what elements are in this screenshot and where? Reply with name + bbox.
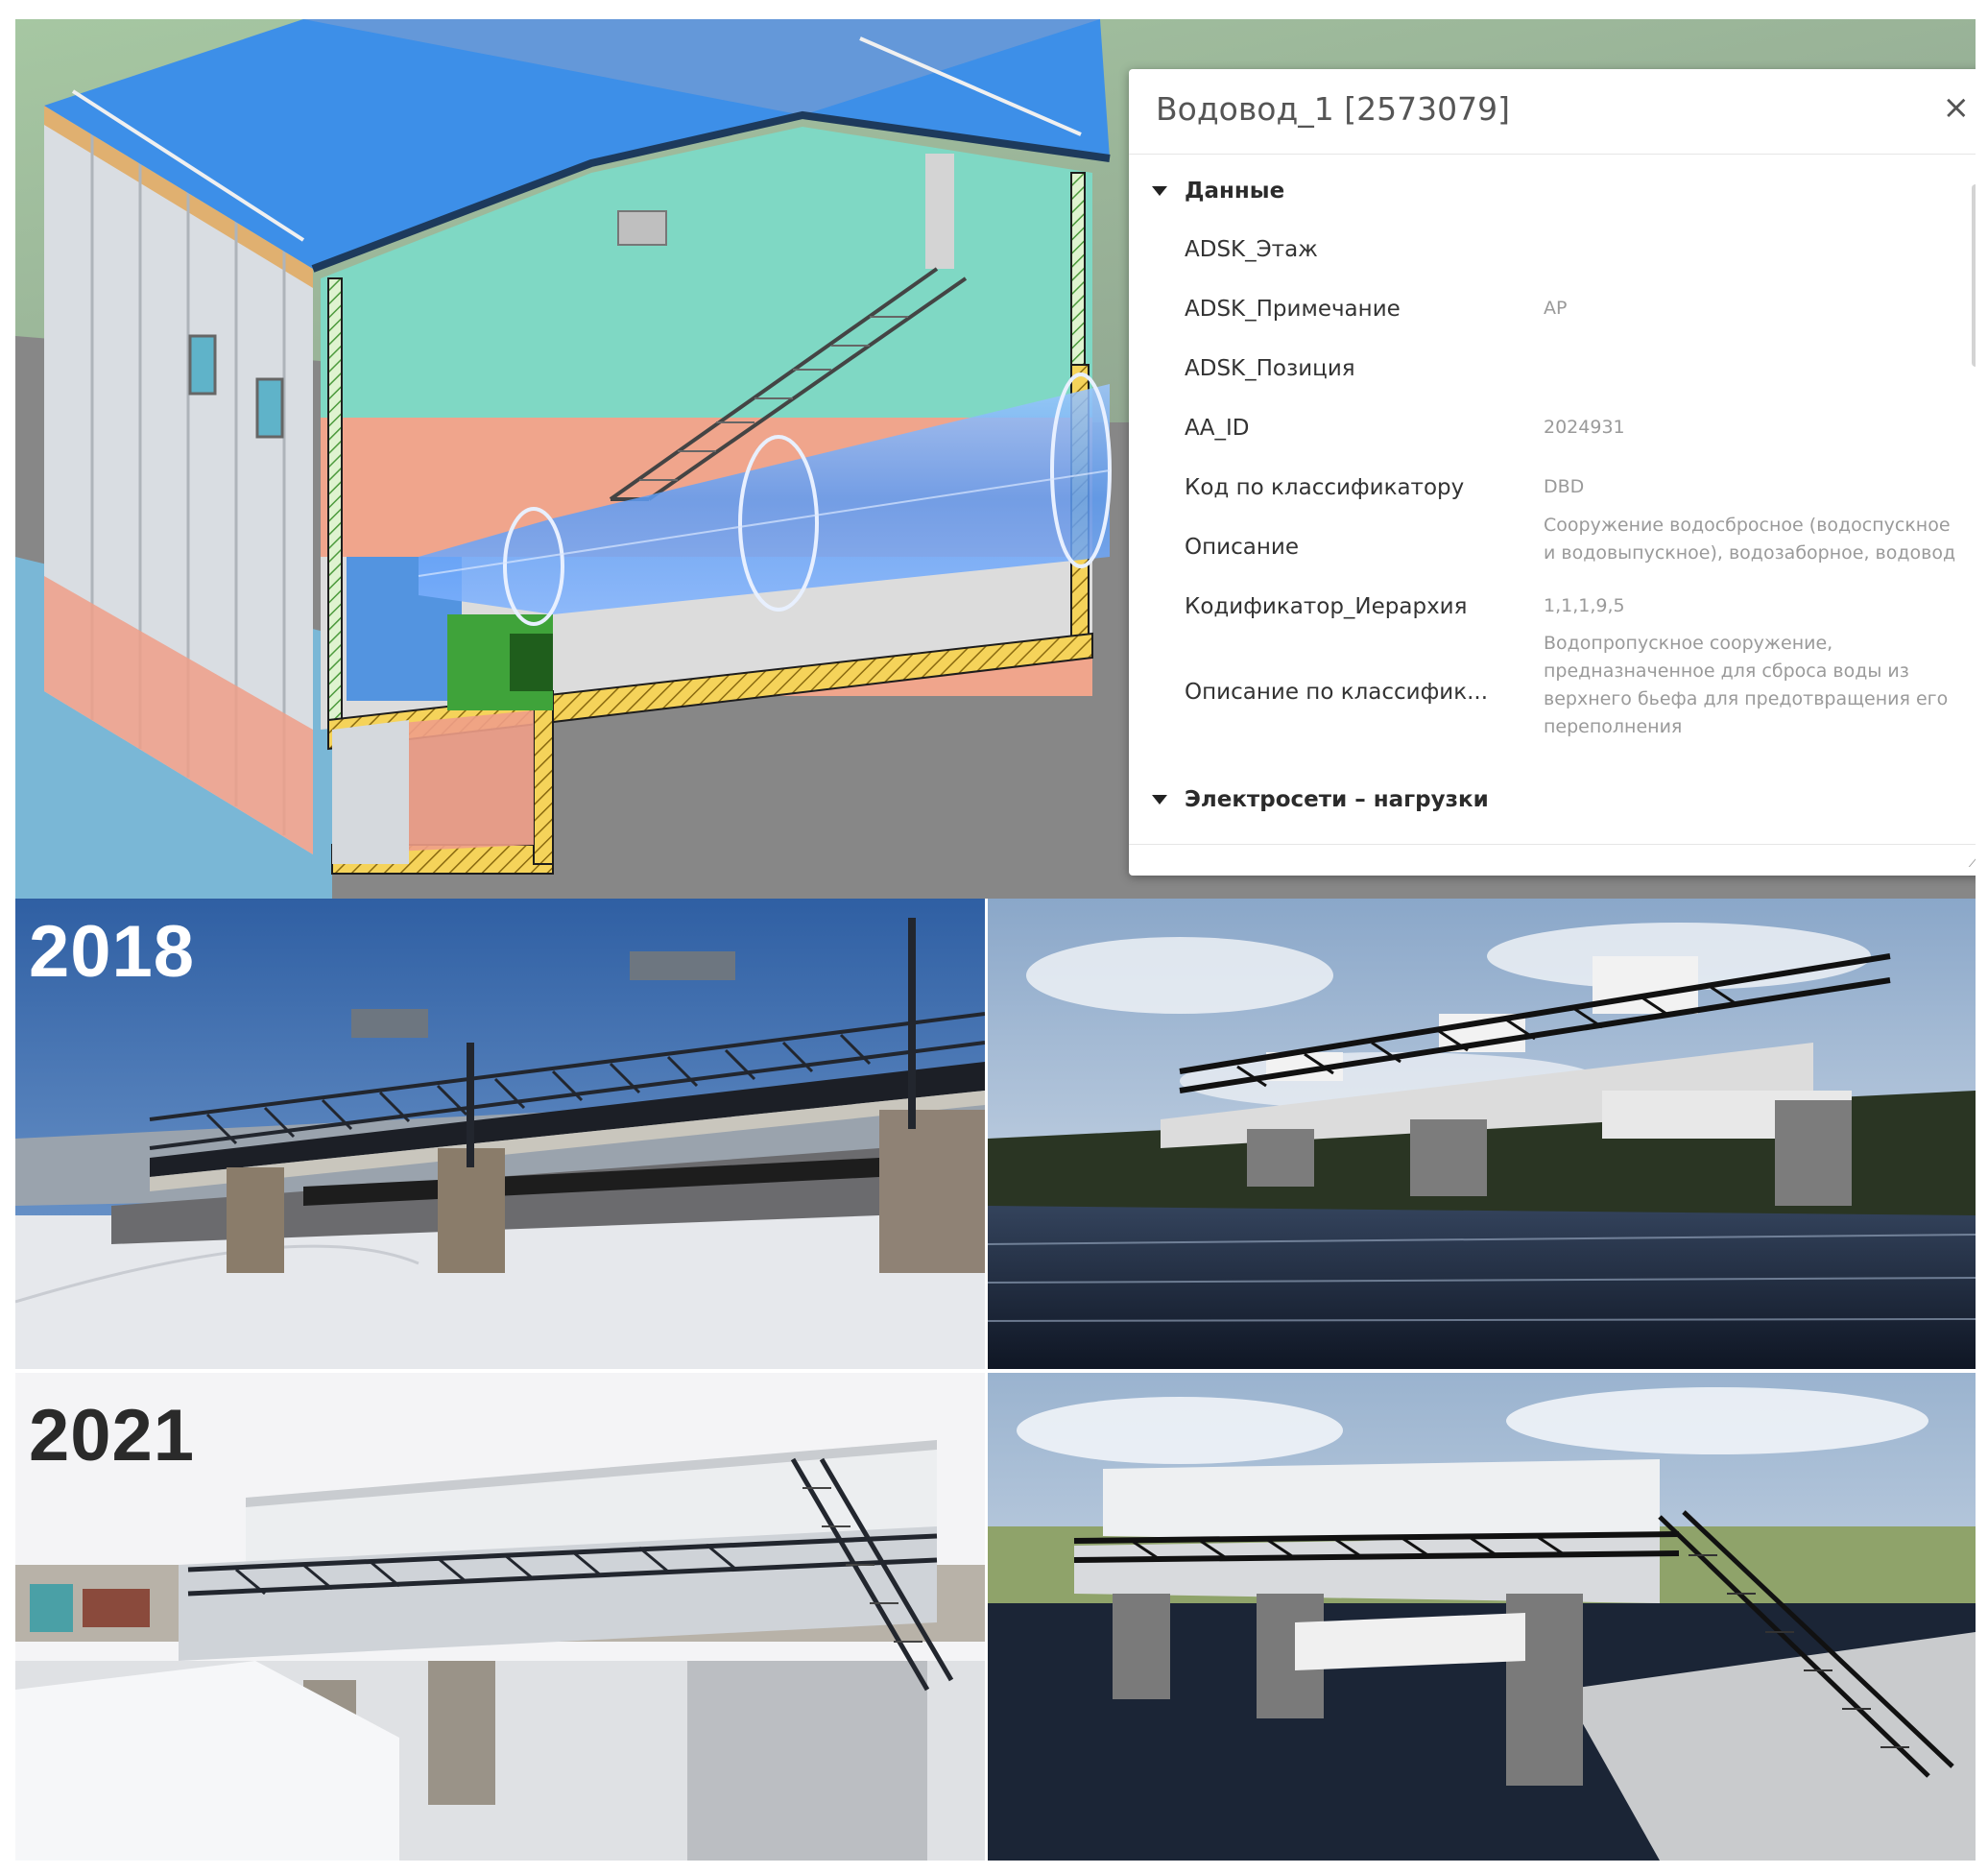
close-icon[interactable]: × — [1943, 88, 1971, 127]
property-name: ADSK_Позиция — [1185, 356, 1355, 381]
spillway-render-2018 — [988, 899, 1976, 1369]
property-name: ADSK_Этаж — [1185, 237, 1318, 262]
section-toggle-electrical-loads[interactable]: Электросети – нагрузки — [1152, 787, 1489, 812]
photo-2021-real: 2021 — [15, 1373, 985, 1861]
properties-panel-title: Водовод_1 [2573079] — [1156, 90, 1510, 128]
section-toggle-data[interactable]: Данные — [1152, 179, 1284, 204]
caret-down-icon — [1152, 795, 1167, 804]
scrollbar[interactable] — [1972, 184, 1976, 367]
property-name: Код по классификатору — [1185, 475, 1465, 500]
resize-grip-icon[interactable]: ⟋ — [1969, 852, 1976, 872]
properties-list: Данные ADSK_Этаж ADSK_Примечание АР ADSK… — [1129, 157, 1976, 829]
year-label-2018: 2018 — [29, 911, 196, 993]
property-value: 2024931 — [1544, 417, 1625, 438]
property-name: ADSK_Примечание — [1185, 297, 1401, 322]
properties-panel-footer: ⟋ — [1129, 844, 1976, 876]
properties-panel-header: Водовод_1 [2573079] × — [1129, 69, 1976, 155]
property-name: Кодификатор_Иерархия — [1185, 594, 1468, 619]
property-name: Описание — [1185, 535, 1299, 560]
section-label: Данные — [1185, 179, 1285, 204]
photo-2018-real: 2018 — [15, 899, 985, 1369]
property-name: Описание по классифик... — [1185, 680, 1489, 705]
property-value: АР — [1544, 298, 1568, 319]
render-2021 — [988, 1373, 1976, 1861]
property-value: Сооружение водосбросное (водоспускное и … — [1544, 515, 1956, 564]
properties-panel: Водовод_1 [2573079] × Данные ADSK_Этаж A… — [1129, 69, 1976, 876]
caret-down-icon — [1152, 186, 1167, 196]
property-value: Водопропускное сооружение, предназначенн… — [1544, 633, 1949, 737]
year-label-2021: 2021 — [29, 1395, 196, 1477]
section-label: Электросети – нагрузки — [1185, 787, 1489, 812]
bim-3d-viewport[interactable]: Водовод_1 [2573079] × Данные ADSK_Этаж A… — [15, 19, 1976, 899]
property-value: 1,1,1,9,5 — [1544, 595, 1625, 616]
spillway-render-2021 — [988, 1373, 1976, 1861]
property-value: DBD — [1544, 476, 1585, 497]
property-name: АА_ID — [1185, 416, 1250, 441]
render-2018 — [988, 899, 1976, 1369]
